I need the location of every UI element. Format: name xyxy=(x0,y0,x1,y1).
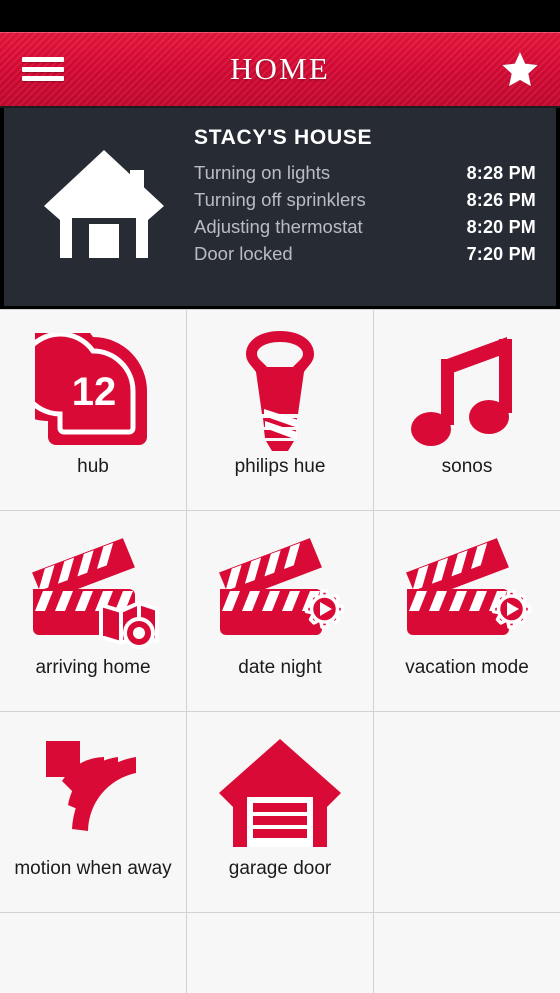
device-grid: 12 hub philips hue sonos arriving home d… xyxy=(0,309,560,993)
activity-time: 7:20 PM xyxy=(466,244,536,264)
activity-row: Adjusting thermostat 8:20 PM xyxy=(194,214,536,241)
hub-icon: 12 xyxy=(0,326,186,456)
tile-hub[interactable]: 12 hub xyxy=(0,310,186,510)
activity-text: Turning on lights xyxy=(194,162,331,183)
lightbulb-icon xyxy=(187,326,373,456)
page-title: HOME xyxy=(229,51,331,86)
tile-label: motion when away xyxy=(14,858,172,879)
tile-next-row-placeholder xyxy=(187,913,373,993)
tile-sonos[interactable]: sonos xyxy=(374,310,560,510)
activity-row: Turning on lights 8:28 PM xyxy=(194,160,536,187)
star-icon[interactable] xyxy=(500,49,540,89)
tile-empty xyxy=(374,712,560,912)
tile-label: arriving home xyxy=(35,657,151,678)
activity-time: 8:28 PM xyxy=(466,163,536,183)
status-bar xyxy=(0,0,560,32)
tile-next-row-placeholder xyxy=(374,913,560,993)
activity-row: Turning off sprinklers 8:26 PM xyxy=(194,187,536,214)
clapperboard-gear-icon xyxy=(374,527,560,657)
tile-label: philips hue xyxy=(234,456,326,477)
clapperboard-map-icon xyxy=(0,527,186,657)
activity-time: 8:20 PM xyxy=(466,217,536,237)
tile-label: hub xyxy=(77,456,109,477)
tile-vacation-mode[interactable]: vacation mode xyxy=(374,511,560,711)
music-note-icon xyxy=(374,326,560,456)
hamburger-bar xyxy=(22,76,64,81)
activity-text: Turning off sprinklers xyxy=(194,189,366,210)
tile-next-row-placeholder xyxy=(0,913,186,993)
tile-label: date night xyxy=(238,657,322,678)
activity-text: Adjusting thermostat xyxy=(194,216,363,237)
house-summary-panel[interactable]: STACY'S HOUSE Turning on lights 8:28 PM … xyxy=(0,108,560,309)
tile-arriving-home[interactable]: arriving home xyxy=(0,511,186,711)
tile-philips-hue[interactable]: philips hue xyxy=(187,310,373,510)
garage-door-icon xyxy=(187,728,373,858)
hamburger-bar xyxy=(22,57,64,62)
hamburger-menu-icon[interactable] xyxy=(22,54,64,84)
hamburger-bar xyxy=(22,66,64,72)
activity-text: Door locked xyxy=(194,243,293,264)
activity-time: 8:26 PM xyxy=(466,190,536,210)
clapperboard-gear-icon xyxy=(187,527,373,657)
house-name: STACY'S HOUSE xyxy=(194,126,373,149)
empty-icon xyxy=(374,728,560,858)
tile-label: vacation mode xyxy=(405,657,529,678)
app-root: HOME STACY'S HOUSE Turning on lights 8:2… xyxy=(0,0,560,993)
house-icon xyxy=(14,124,194,264)
tile-label: garage door xyxy=(228,858,332,879)
house-summary-details: STACY'S HOUSE Turning on lights 8:28 PM … xyxy=(194,124,546,268)
motion-sensor-icon xyxy=(0,728,186,858)
tile-garage-door[interactable]: garage door xyxy=(187,712,373,912)
tile-motion-when-away[interactable]: motion when away xyxy=(0,712,186,912)
hub-count: 12 xyxy=(72,370,117,414)
tile-label: sonos xyxy=(441,456,493,477)
activity-row: Door locked 7:20 PM xyxy=(194,241,536,268)
tile-date-night[interactable]: date night xyxy=(187,511,373,711)
app-header: HOME xyxy=(0,32,560,108)
